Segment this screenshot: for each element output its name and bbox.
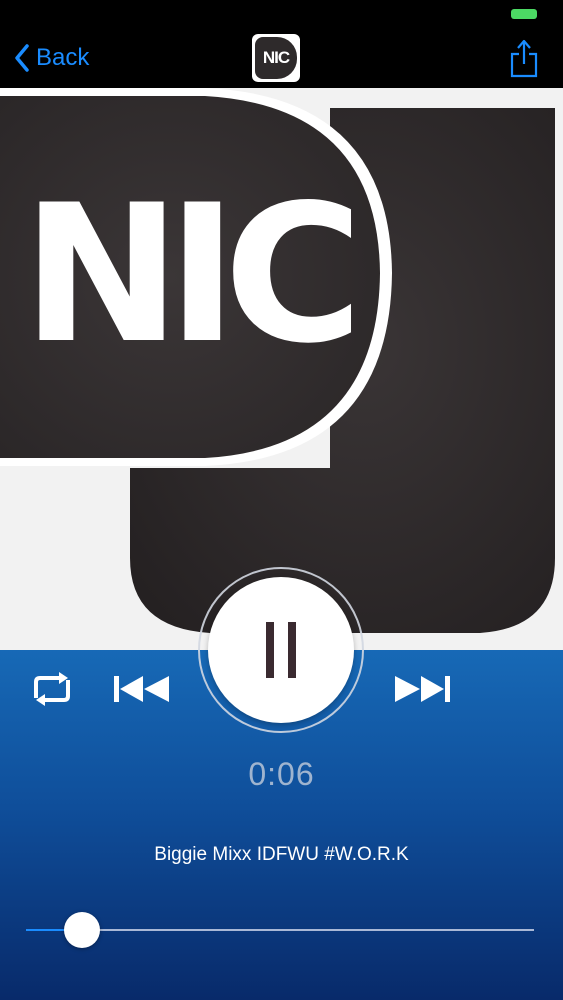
repeat-icon	[34, 672, 70, 706]
pause-button[interactable]	[208, 577, 354, 723]
track-title: Biggie Mixx IDFWU #W.O.R.K	[154, 844, 409, 865]
app-logo: NIC	[252, 34, 300, 82]
player-screen: Back NIC NIC 0:06 Biggie Mixx IDFWU #W.O…	[0, 0, 563, 1000]
chevron-left-icon	[15, 44, 29, 72]
app-logo-text: NIC	[255, 37, 297, 79]
skip-forward-icon	[395, 676, 450, 702]
artwork-logo-text: NIC	[22, 164, 363, 385]
share-button[interactable]	[509, 38, 539, 78]
back-label: Back	[36, 44, 90, 71]
back-button[interactable]: Back	[14, 40, 89, 76]
battery-icon	[511, 9, 537, 19]
nav-bar: Back NIC	[0, 30, 563, 88]
share-icon	[510, 39, 538, 78]
progress-slider[interactable]	[26, 929, 534, 931]
previous-track-button[interactable]	[112, 674, 172, 704]
status-bar	[0, 0, 563, 30]
pause-icon	[266, 622, 296, 678]
skip-back-icon	[114, 676, 169, 702]
progress-thumb[interactable]	[63, 912, 100, 948]
elapsed-time: 0:06	[248, 756, 315, 792]
next-track-button[interactable]	[392, 674, 452, 704]
repeat-button[interactable]	[30, 672, 74, 706]
album-artwork: NIC	[0, 88, 563, 650]
